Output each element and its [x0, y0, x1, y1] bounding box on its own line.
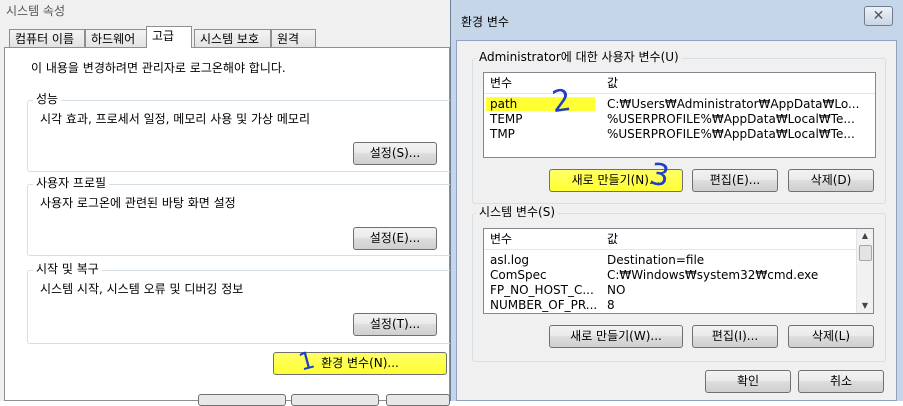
list-item[interactable]: asl.log Destination=file — [484, 253, 858, 268]
variable-name: TMP — [490, 127, 515, 141]
user-variables-list[interactable]: 변수 값 path C:₩Users₩Administrator₩AppData… — [483, 72, 876, 158]
scroll-down-icon[interactable]: ▼ — [857, 299, 873, 313]
ok-button-partial[interactable] — [198, 394, 286, 406]
variable-value: 8 — [607, 298, 615, 312]
admin-notice: 이 내용을 변경하려면 관리자로 로그온해야 합니다. — [31, 61, 286, 75]
performance-group-title: 성능 — [33, 92, 62, 106]
startup-recovery-group-title: 시작 및 복구 — [33, 262, 102, 276]
tab-computer-name[interactable]: 컴퓨터 이름 — [9, 29, 85, 47]
column-header-value[interactable]: 값 — [607, 229, 618, 249]
scroll-up-icon[interactable]: ▲ — [857, 229, 873, 243]
variable-value: %USERPROFILE%₩AppData₩Local₩Te... — [607, 112, 855, 126]
variable-value: NO — [607, 283, 626, 297]
user-edit-button[interactable]: 편집(E)... — [692, 169, 778, 192]
performance-description: 시각 효과, 프로세서 일정, 메모리 사용 및 가상 메모리 — [40, 112, 310, 126]
variable-name: NUMBER_OF_PR... — [490, 298, 598, 312]
column-header-value[interactable]: 값 — [607, 73, 618, 93]
user-profile-description: 사용자 로그온에 관련된 바탕 화면 설정 — [40, 196, 236, 210]
system-variables-title: 시스템 변수(S) — [476, 205, 558, 219]
system-edit-button[interactable]: 편집(I)... — [692, 325, 778, 348]
variable-name: TEMP — [490, 112, 523, 126]
user-profile-group-title: 사용자 프로필 — [33, 176, 110, 190]
tab-advanced[interactable]: 고급 — [146, 26, 192, 48]
variable-value: Destination=file — [607, 253, 705, 267]
list-item[interactable]: TMP %USERPROFILE%₩AppData₩Local₩Te... — [484, 127, 875, 142]
variable-name: path — [486, 97, 554, 111]
list-item[interactable]: FP_NO_HOST_C... NO — [484, 283, 858, 298]
column-header-name[interactable]: 변수 — [490, 73, 512, 93]
variable-name: asl.log — [490, 253, 530, 267]
performance-settings-button[interactable]: 설정(S)... — [353, 142, 437, 165]
system-delete-button[interactable]: 삭제(L) — [788, 325, 874, 348]
variable-value: C:₩Users₩Administrator₩AppData₩Lo... — [607, 97, 860, 111]
tab-remote[interactable]: 원격 — [271, 29, 316, 47]
column-header-name[interactable]: 변수 — [490, 229, 512, 249]
cancel-button[interactable]: 취소 — [798, 370, 884, 393]
user-variables-header: 변수 값 — [484, 73, 875, 94]
list-item[interactable]: ComSpec C:₩Windows₩system32₩cmd.exe — [484, 268, 858, 283]
list-item[interactable]: TEMP %USERPROFILE%₩AppData₩Local₩Te... — [484, 112, 875, 127]
ok-button[interactable]: 확인 — [705, 370, 791, 393]
system-variables-header: 변수 값 — [484, 229, 858, 250]
variable-name: ComSpec — [490, 268, 547, 282]
apply-button-partial[interactable] — [386, 394, 450, 406]
startup-recovery-settings-button[interactable]: 설정(T)... — [353, 313, 437, 336]
list-item[interactable]: NUMBER_OF_PR... 8 — [484, 298, 858, 313]
user-profile-settings-button[interactable]: 설정(E)... — [353, 227, 437, 250]
user-delete-button[interactable]: 삭제(D) — [788, 169, 874, 192]
system-properties-title: 시스템 속성 — [6, 4, 66, 18]
startup-recovery-description: 시스템 시작, 시스템 오류 및 디버깅 정보 — [40, 282, 244, 296]
environment-variables-title: 환경 변수 — [461, 15, 509, 29]
close-icon[interactable]: ✕ — [864, 6, 893, 26]
tab-hardware[interactable]: 하드웨어 — [85, 29, 147, 47]
list-item[interactable]: path C:₩Users₩Administrator₩AppData₩Lo..… — [484, 97, 875, 112]
cancel-button-partial[interactable] — [291, 394, 379, 406]
variable-name: FP_NO_HOST_C... — [490, 283, 594, 297]
system-new-button[interactable]: 새로 만들기(W)... — [549, 325, 683, 348]
user-variables-title: Administrator에 대한 사용자 변수(U) — [476, 50, 682, 64]
tab-system-protection[interactable]: 시스템 보호 — [194, 29, 271, 47]
variable-value: C:₩Windows₩system32₩cmd.exe — [607, 268, 819, 282]
system-variables-list[interactable]: 변수 값 asl.log Destination=file ComSpec C:… — [483, 228, 874, 314]
system-variables-scrollbar[interactable]: ▲ ▼ — [856, 229, 873, 313]
variable-value: %USERPROFILE%₩AppData₩Local₩Te... — [607, 127, 855, 141]
scrollbar-thumb[interactable] — [859, 245, 872, 261]
